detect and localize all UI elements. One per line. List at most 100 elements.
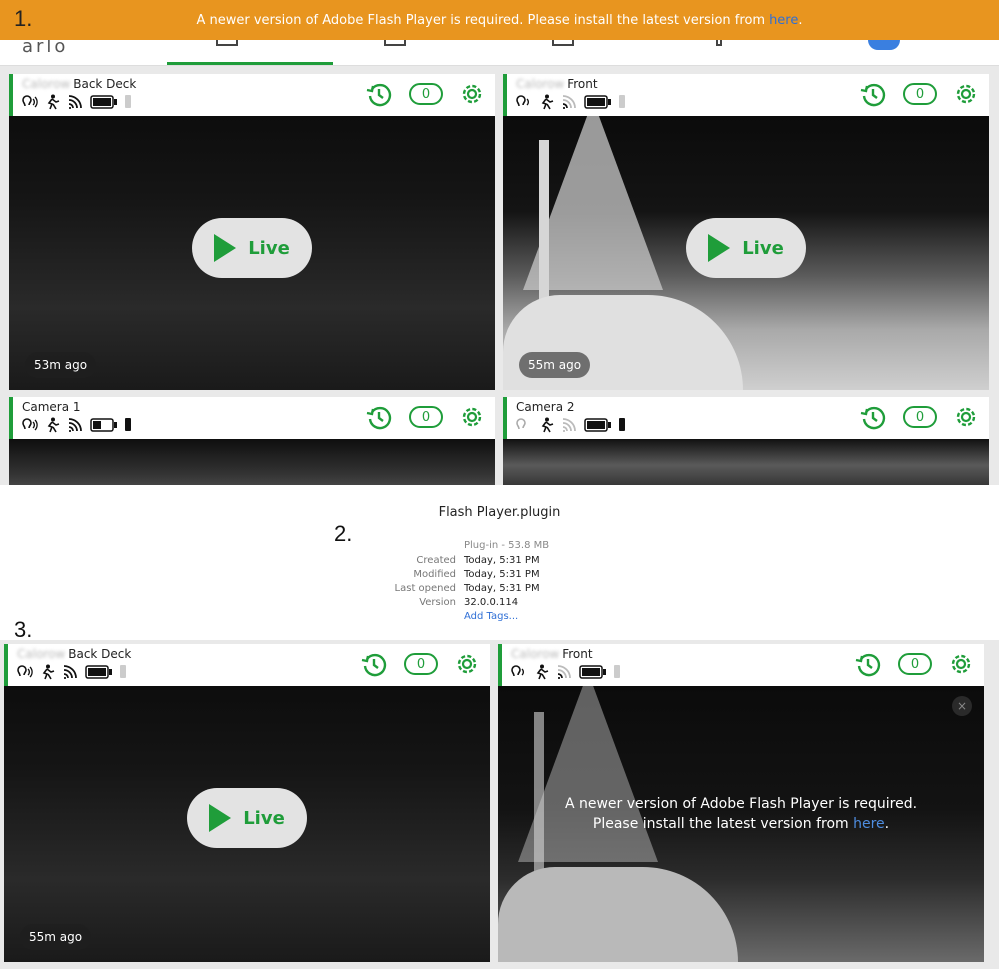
created-value: Today, 5:31 PM bbox=[464, 555, 540, 566]
live-button[interactable]: Live bbox=[187, 788, 307, 848]
play-icon bbox=[708, 234, 731, 262]
gear-icon[interactable] bbox=[454, 651, 480, 677]
camera-status-icons bbox=[21, 94, 133, 110]
audio-icon bbox=[22, 418, 38, 431]
step-label-2: 2. bbox=[334, 521, 353, 546]
step-label-1: 1. bbox=[14, 6, 33, 31]
settings-nav-icon[interactable] bbox=[716, 40, 722, 46]
event-count-badge[interactable]: 0 bbox=[409, 83, 443, 105]
library-nav-icon[interactable] bbox=[384, 40, 406, 46]
motion-icon bbox=[47, 94, 60, 110]
camera-status-icons bbox=[510, 664, 622, 680]
camera-feed[interactable]: × A newer version of Adobe Flash Player … bbox=[498, 686, 984, 962]
last-opened-label: Last opened bbox=[394, 583, 456, 594]
flash-message-line-1: A newer version of Adobe Flash Player is… bbox=[564, 796, 918, 812]
camera-name: Camera 2 bbox=[516, 400, 575, 414]
event-count-badge[interactable]: 0 bbox=[903, 406, 937, 428]
live-label: Live bbox=[248, 237, 290, 259]
play-icon bbox=[209, 804, 232, 832]
event-count-badge[interactable]: 0 bbox=[409, 406, 443, 428]
storage-icon bbox=[619, 418, 625, 431]
motion-icon bbox=[541, 417, 554, 433]
camera-tile-front: Calorow Front 0 × A newer version of Ado… bbox=[498, 644, 984, 962]
camera-name-text: Front bbox=[562, 647, 593, 661]
wifi-signal-icon bbox=[63, 665, 77, 679]
storage-icon bbox=[125, 95, 131, 108]
camera-actions: 0 bbox=[365, 80, 485, 108]
storage-icon bbox=[619, 95, 625, 108]
gear-icon[interactable] bbox=[459, 404, 485, 430]
arlo-dashboard-after: Calorow Back Deck 0 Live 55m ago Calorow… bbox=[0, 640, 999, 969]
live-button[interactable]: Live bbox=[686, 218, 806, 278]
camera-header: Camera 2 0 bbox=[503, 397, 989, 439]
event-count-badge[interactable]: 0 bbox=[898, 653, 932, 675]
battery-icon bbox=[584, 95, 611, 109]
motion-icon bbox=[47, 417, 60, 433]
history-icon[interactable] bbox=[854, 650, 882, 678]
close-icon[interactable]: × bbox=[952, 696, 972, 716]
history-icon[interactable] bbox=[859, 403, 887, 431]
camera-actions: 0 bbox=[859, 80, 979, 108]
last-updated-badge: 55m ago bbox=[519, 352, 591, 378]
camera-feed[interactable] bbox=[503, 439, 989, 485]
modified-value: Today, 5:31 PM bbox=[464, 569, 540, 580]
history-icon[interactable] bbox=[365, 80, 393, 108]
tree-trunk bbox=[539, 140, 549, 320]
camera-header: Calorow Back Deck 0 bbox=[9, 74, 495, 116]
wifi-signal-icon bbox=[68, 418, 82, 432]
camera-feed[interactable] bbox=[9, 439, 495, 485]
camera-name-text: Camera 1 bbox=[22, 400, 81, 414]
camera-name: Calorow Front bbox=[511, 647, 593, 661]
camera-name: Camera 1 bbox=[22, 400, 81, 414]
live-button[interactable]: Live bbox=[192, 218, 312, 278]
add-tags-link[interactable]: Add Tags... bbox=[464, 611, 518, 622]
modified-label: Modified bbox=[413, 569, 456, 580]
devices-nav-icon[interactable] bbox=[216, 40, 238, 46]
camera-name-text: Front bbox=[567, 77, 598, 91]
camera-name: Calorow Back Deck bbox=[17, 647, 131, 661]
camera-name-text: Camera 2 bbox=[516, 400, 575, 414]
camera-tile-back-deck: Calorow Back Deck 0 Live 53m ago bbox=[9, 74, 495, 390]
history-icon[interactable] bbox=[360, 650, 388, 678]
camera-actions: 0 bbox=[365, 403, 485, 431]
mode-nav-icon[interactable] bbox=[552, 40, 574, 46]
camera-name-prefix: Calorow bbox=[516, 77, 565, 91]
camera-name-text: Back Deck bbox=[73, 77, 137, 91]
live-label: Live bbox=[243, 807, 285, 829]
battery-icon bbox=[90, 95, 117, 109]
banner-here-link[interactable]: here bbox=[769, 13, 798, 28]
camera-feed[interactable]: Live 53m ago bbox=[9, 116, 495, 390]
camera-actions: 0 bbox=[360, 650, 480, 678]
event-count-badge[interactable]: 0 bbox=[903, 83, 937, 105]
motion-icon bbox=[541, 94, 554, 110]
battery-icon bbox=[85, 665, 112, 679]
flash-here-link[interactable]: here bbox=[853, 816, 885, 832]
battery-icon bbox=[584, 418, 611, 432]
avatar[interactable] bbox=[868, 40, 900, 50]
camera-feed[interactable]: Live 55m ago bbox=[4, 686, 490, 962]
history-icon[interactable] bbox=[365, 403, 393, 431]
audio-icon bbox=[516, 418, 526, 430]
camera-tile-camera-1: Camera 1 0 bbox=[9, 397, 495, 485]
camera-feed[interactable]: Live 55m ago bbox=[503, 116, 989, 390]
wifi-signal-icon bbox=[68, 95, 82, 109]
camera-name: Calorow Back Deck bbox=[22, 77, 136, 91]
plugin-info-panel: Flash Player.plugin 2. Plug-in - 53.8 MB… bbox=[0, 485, 999, 640]
history-icon[interactable] bbox=[859, 80, 887, 108]
gear-icon[interactable] bbox=[953, 404, 979, 430]
gear-icon[interactable] bbox=[459, 81, 485, 107]
active-tab-indicator bbox=[167, 62, 333, 65]
camera-header: Calorow Back Deck 0 bbox=[4, 644, 490, 686]
gear-icon[interactable] bbox=[953, 81, 979, 107]
camera-status-icons bbox=[21, 417, 133, 433]
event-count-badge[interactable]: 0 bbox=[404, 653, 438, 675]
version-label: Version bbox=[419, 597, 456, 608]
camera-tile-camera-2: Camera 2 0 bbox=[503, 397, 989, 485]
last-updated-badge: 53m ago bbox=[25, 352, 97, 378]
camera-status-icons bbox=[515, 417, 627, 433]
banner-text: A newer version of Adobe Flash Player is… bbox=[196, 12, 766, 28]
version-value: 32.0.0.114 bbox=[464, 597, 519, 608]
gear-icon[interactable] bbox=[948, 651, 974, 677]
flash-required-message: A newer version of Adobe Flash Player is… bbox=[498, 794, 984, 834]
battery-icon bbox=[90, 418, 117, 432]
